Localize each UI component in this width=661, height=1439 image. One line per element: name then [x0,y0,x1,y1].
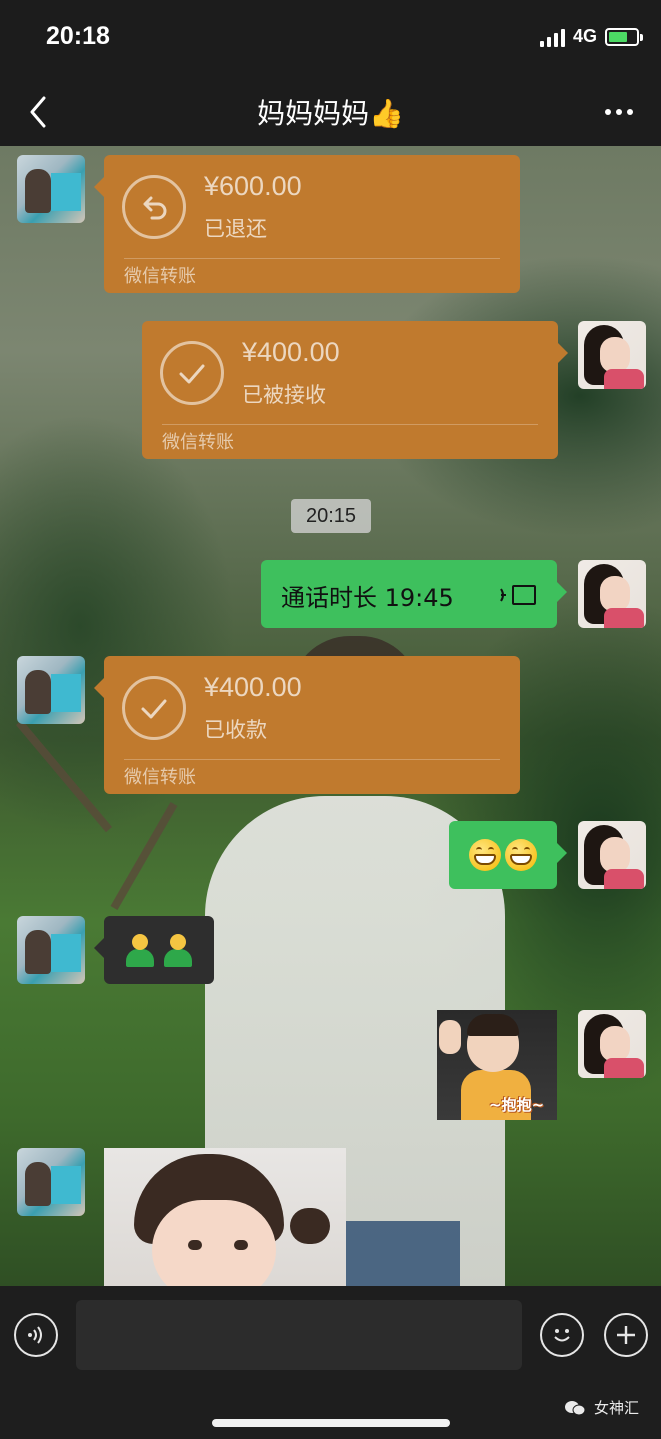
more-icon [605,109,611,115]
sticker-caption: ~抱抱~ [489,1096,545,1114]
emoji-bubble[interactable] [94,916,214,984]
background-decor [15,719,113,833]
my-avatar[interactable] [578,560,646,628]
transfer-label: 微信转账 [162,432,234,453]
input-bar: 女神汇 [0,1286,661,1439]
check-icon [122,676,186,740]
watermark: 女神汇 [564,1397,639,1418]
chat-header: 妈妈妈妈👍 [0,78,661,146]
transfer-label: 微信转账 [124,266,196,287]
person-emoji-icon [162,934,194,968]
watermark-text: 女神汇 [593,1399,639,1417]
transfer-card[interactable]: ¥400.00 已被接收 微信转账 [142,321,568,459]
more-actions-button[interactable] [604,1313,648,1357]
transfer-status: 已退还 [204,217,267,241]
contact-avatar[interactable] [17,916,85,984]
transfer-card[interactable]: ¥400.00 已收款 微信转账 [94,656,520,794]
network-label: 4G [572,26,597,46]
signal-icon [539,27,565,47]
emoji-bubble[interactable] [449,821,567,889]
voice-mode-icon [28,1326,42,1344]
contact-avatar[interactable] [17,656,85,724]
emoji-button[interactable] [540,1313,584,1357]
battery-icon [605,27,643,46]
grin-emoji-icon [505,839,537,871]
transfer-status: 已被接收 [242,383,326,407]
message-input[interactable] [76,1300,522,1370]
more-button[interactable] [599,92,639,132]
status-indicators: 4G [539,26,643,47]
time-divider: 20:15 [291,499,371,533]
transfer-amount: ¥400.00 [242,337,340,367]
transfer-amount: ¥400.00 [204,672,302,702]
grin-emoji-icon [469,839,501,871]
chat-title: 妈妈妈妈👍 [257,97,404,130]
my-avatar[interactable] [578,821,646,889]
status-bar: 20:18 4G [0,0,661,78]
hug-sticker[interactable]: ~抱抱~ [437,1010,557,1120]
contact-avatar[interactable] [17,1148,85,1216]
voice-mode-button[interactable] [14,1313,58,1357]
my-avatar[interactable] [578,1010,646,1078]
plus-icon [617,1326,635,1344]
wechat-logo-icon [564,1400,586,1415]
refund-icon [122,175,186,239]
transfer-amount: ¥600.00 [204,171,302,201]
transfer-status: 已收款 [204,718,267,742]
contact-avatar[interactable] [17,155,85,223]
transfer-card[interactable]: ¥600.00 已退还 微信转账 [94,155,520,293]
person-emoji-icon [124,934,156,968]
transfer-label: 微信转账 [124,767,196,788]
status-time: 20:18 [46,22,110,50]
call-bubble[interactable]: 通话时长 19:45 [261,560,567,628]
home-indicator[interactable] [212,1419,450,1427]
my-avatar[interactable] [578,321,646,389]
emoji-icon [554,1329,570,1342]
voice-call-icon [500,585,536,605]
call-duration-text: 通话时长 19:45 [281,584,454,612]
photo-message[interactable] [104,1148,346,1288]
check-icon [160,341,224,405]
